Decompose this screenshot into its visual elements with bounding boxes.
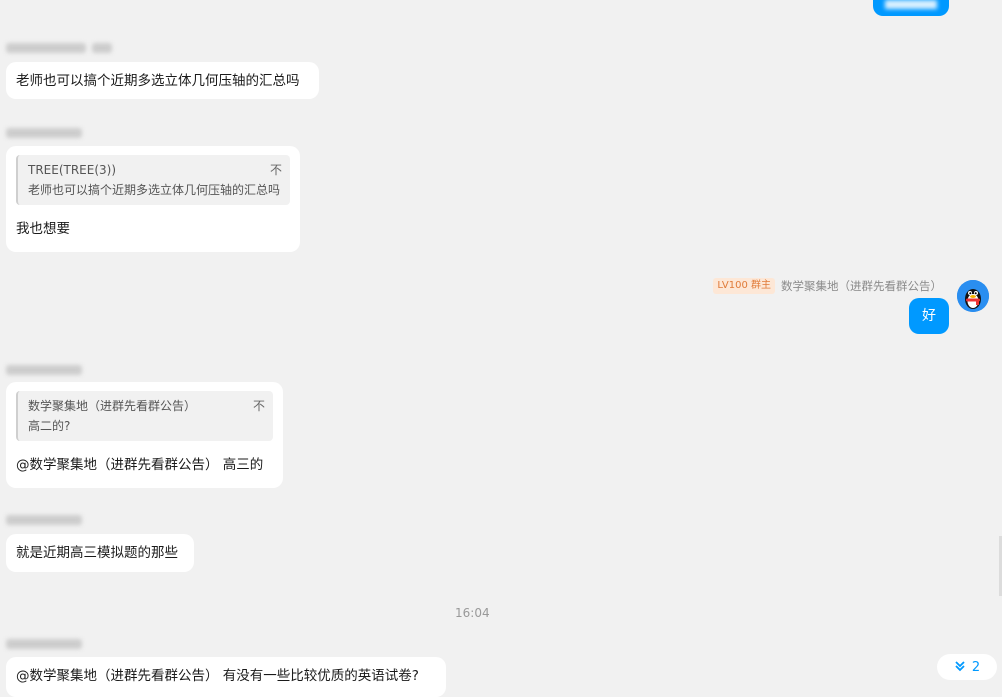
own-message-bubble-partial[interactable] (873, 0, 949, 16)
quote-icon: 不 (252, 399, 265, 413)
chat-area[interactable]: 老师也可以搞个近期多选立体几何压轴的汇总吗 TREE(TREE(3)) 不 老师… (0, 0, 1002, 697)
blurred-text (885, 0, 937, 9)
time-divider: 16:04 (455, 606, 490, 620)
sender-name-blurred (6, 365, 82, 375)
quoted-message[interactable]: TREE(TREE(3)) 不 老师也可以搞个近期多选立体几何压轴的汇总吗 (16, 155, 290, 205)
message-bubble[interactable]: @数学聚集地（进群先看群公告） 有没有一些比较优质的英语试卷? (6, 657, 446, 697)
sender-name-blurred (92, 43, 112, 53)
message-text: 好 (922, 308, 936, 324)
sender-name-blurred (6, 128, 82, 138)
qq-penguin-avatar[interactable] (957, 280, 989, 312)
message-bubble-with-quote[interactable]: 数学聚集地（进群先看群公告） 不 高二的? @数学聚集地（进群先看群公告） 高三… (6, 382, 283, 488)
quote-sender: TREE(TREE(3)) (28, 163, 117, 177)
quote-icon: 不 (269, 163, 282, 177)
quoted-message[interactable]: 数学聚集地（进群先看群公告） 不 高二的? (16, 391, 273, 441)
sender-name-blurred (6, 515, 82, 525)
sender-name-blurred (6, 43, 86, 53)
sender-name-blurred (6, 639, 82, 649)
message-bubble-with-quote[interactable]: TREE(TREE(3)) 不 老师也可以搞个近期多选立体几何压轴的汇总吗 我也… (6, 146, 300, 252)
sender-name[interactable]: 数学聚集地（进群先看群公告） (781, 278, 942, 294)
scroll-to-new-messages-button[interactable]: 2 (937, 654, 997, 680)
own-message-bubble[interactable]: 好 (909, 298, 949, 334)
double-chevron-down-icon (954, 660, 966, 675)
sender-line: LV100 群主 数学聚集地（进群先看群公告） (713, 278, 942, 294)
message-bubble[interactable]: 老师也可以搞个近期多选立体几何压轴的汇总吗 (6, 62, 319, 99)
message-text: 老师也可以搞个近期多选立体几何压轴的汇总吗 (16, 73, 300, 89)
message-text: @数学聚集地（进群先看群公告） 有没有一些比较优质的英语试卷? (16, 668, 419, 684)
role-badge: LV100 群主 (713, 278, 775, 294)
unread-count: 2 (971, 659, 981, 675)
message-text: 就是近期高三模拟题的那些 (16, 545, 178, 561)
quote-text: 高二的? (28, 419, 71, 433)
quote-sender: 数学聚集地（进群先看群公告） (28, 399, 197, 413)
message-text: @数学聚集地（进群先看群公告） 高三的 (16, 457, 264, 473)
message-bubble[interactable]: 就是近期高三模拟题的那些 (6, 534, 194, 572)
message-text: 我也想要 (16, 221, 70, 237)
quote-text: 老师也可以搞个近期多选立体几何压轴的汇总吗 (28, 183, 281, 197)
